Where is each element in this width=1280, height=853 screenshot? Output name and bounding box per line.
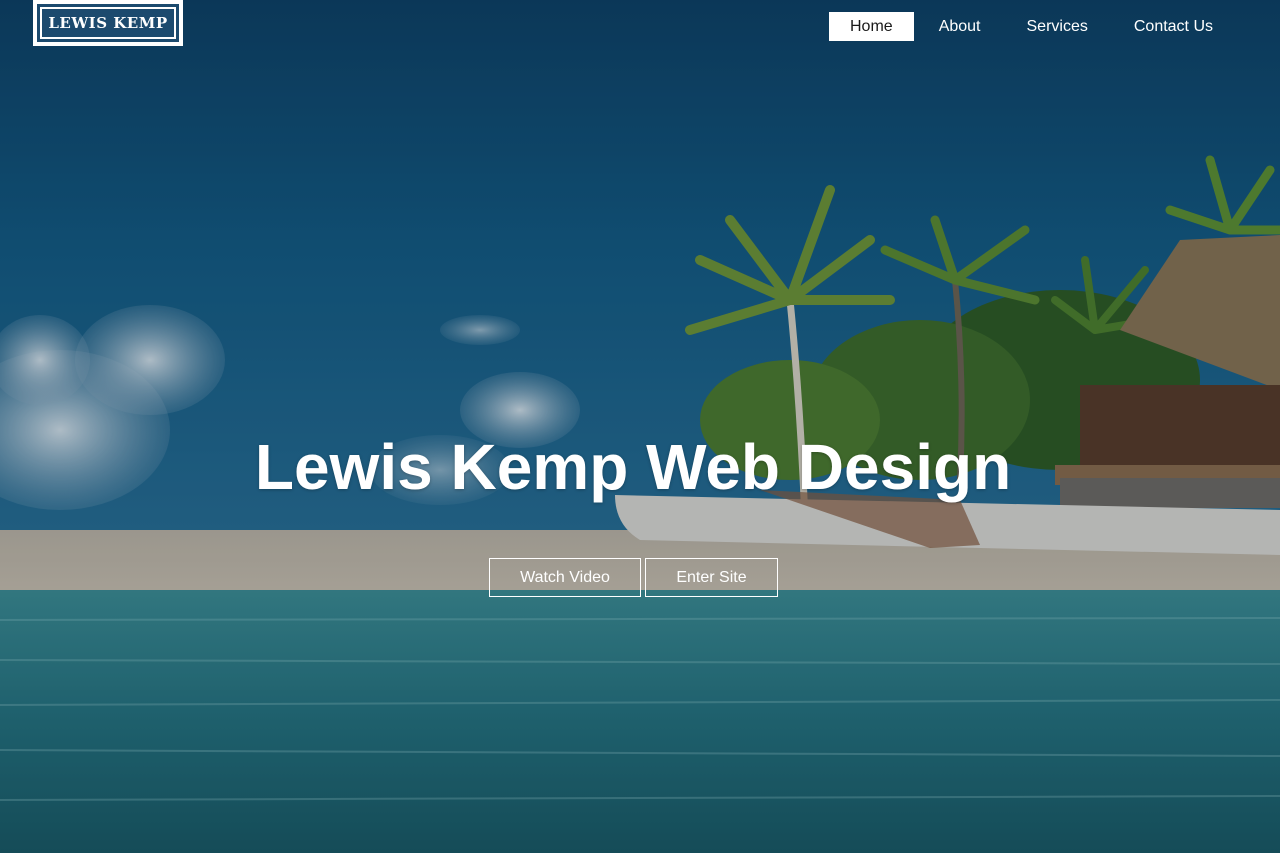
nav-item-about[interactable]: About — [918, 12, 1002, 41]
logo-text: LEWIS KEMP — [37, 4, 179, 42]
hero-section: LEWIS KEMP Home About Services Contact U… — [0, 0, 1280, 853]
nav-item-home[interactable]: Home — [829, 12, 914, 41]
nav-item-services[interactable]: Services — [1006, 12, 1109, 41]
hero-title: Lewis Kemp Web Design — [254, 431, 1012, 503]
enter-site-button[interactable]: Enter Site — [645, 558, 778, 597]
nav-item-contact-us[interactable]: Contact Us — [1113, 12, 1234, 41]
main-nav: Home About Services Contact Us — [825, 12, 1234, 41]
hero-background-image — [0, 0, 1280, 853]
watch-video-button[interactable]: Watch Video — [489, 558, 641, 597]
hero-buttons: Watch Video Enter Site — [489, 558, 778, 597]
site-logo[interactable]: LEWIS KEMP — [33, 0, 183, 46]
